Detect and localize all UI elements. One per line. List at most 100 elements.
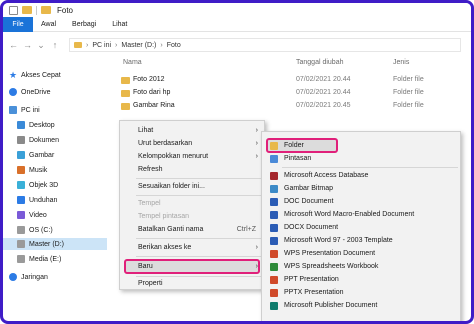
back-icon[interactable]: ← xyxy=(9,40,18,50)
nav-item-video[interactable]: Video xyxy=(17,209,47,221)
menu-item-tempel-pintasan[interactable]: Tempel pintasan xyxy=(120,211,264,223)
new-folder-icon[interactable] xyxy=(22,6,32,14)
column-header-type[interactable]: Jenis xyxy=(393,59,409,66)
tab-lihat[interactable]: Lihat xyxy=(104,17,135,32)
folder-icon xyxy=(270,142,278,150)
nav-item-media-e[interactable]: Media (E:) xyxy=(17,253,61,265)
window-title: Foto xyxy=(57,5,74,15)
menu-item-properti[interactable]: Properti xyxy=(120,278,264,290)
menu-item-tempel[interactable]: Tempel xyxy=(120,198,264,210)
file-row[interactable]: Gambar Rina 07/02/2021 20.45 Folder file xyxy=(113,101,471,113)
breadcrumb-pc[interactable]: PC ini xyxy=(92,42,111,49)
up-icon[interactable]: ↑ xyxy=(51,40,59,50)
network-icon xyxy=(9,273,17,281)
menu-item-sesuaikan-folder[interactable]: Sesuaikan folder ini... xyxy=(120,181,264,193)
music-icon xyxy=(17,166,25,174)
chevron-right-icon: › xyxy=(255,140,258,147)
ppt-icon xyxy=(270,276,278,284)
nav-item-akses-cepat[interactable]: ★ Akses Cepat xyxy=(9,69,61,81)
menu-item-berikan-akses[interactable]: Berikan akses ke › xyxy=(120,242,264,254)
nav-item-pc-ini[interactable]: PC ini xyxy=(9,104,40,116)
file-row[interactable]: Foto 2012 07/02/2021 20.44 Folder file xyxy=(113,75,471,87)
tab-berbagi[interactable]: Berbagi xyxy=(64,17,104,32)
bitmap-icon xyxy=(270,185,278,193)
submenu-item-pptx[interactable]: PPTX Presentation xyxy=(262,287,460,298)
chevron-right-icon: › xyxy=(255,127,258,134)
recent-locations-icon[interactable]: ⌄ xyxy=(37,40,45,51)
picture-icon xyxy=(17,151,25,159)
breadcrumb-master[interactable]: Master (D:) xyxy=(121,42,156,49)
nav-item-master-d[interactable]: Master (D:) xyxy=(3,238,107,250)
properties-icon[interactable] xyxy=(9,5,18,15)
menu-item-batalkan-ganti-nama[interactable]: Batalkan Ganti nama Ctrl+Z xyxy=(120,224,264,236)
forward-icon[interactable]: → xyxy=(23,40,32,50)
nav-item-jaringan[interactable]: Jaringan xyxy=(9,271,48,283)
nav-item-gambar[interactable]: Gambar xyxy=(17,149,54,161)
file-date: 07/02/2021 20.44 xyxy=(296,76,351,83)
word-template-icon xyxy=(270,237,278,245)
wps-spreadsheet-icon xyxy=(270,263,278,271)
file-row[interactable]: Foto dari hp 07/02/2021 20.44 Folder fil… xyxy=(113,88,471,100)
access-icon xyxy=(270,172,278,180)
pptx-icon xyxy=(270,289,278,297)
nav-item-dokumen[interactable]: Dokumen xyxy=(17,134,59,146)
drive-icon xyxy=(17,240,25,248)
new-submenu: Folder Pintasan Microsoft Access Databas… xyxy=(261,131,461,321)
star-icon: ★ xyxy=(9,70,18,80)
menu-item-baru[interactable]: Baru › xyxy=(120,261,264,273)
context-menu: Lihat › Urut berdasarkan › Kelompokkan m… xyxy=(119,120,265,290)
submenu-item-publisher[interactable]: Microsoft Publisher Document xyxy=(262,300,460,311)
title-bar: Foto xyxy=(3,3,471,17)
submenu-item-ppt[interactable]: PPT Presentation xyxy=(262,274,460,285)
submenu-item-pintasan[interactable]: Pintasan xyxy=(262,153,460,164)
column-header-date[interactable]: Tanggal diubah xyxy=(296,59,344,66)
submenu-item-wps-spreadsheet[interactable]: WPS Spreadsheets Workbook xyxy=(262,261,460,272)
tab-awal[interactable]: Awal xyxy=(33,17,64,32)
cloud-icon xyxy=(9,88,17,96)
menu-item-lihat[interactable]: Lihat › xyxy=(120,125,264,137)
cube-icon xyxy=(17,181,25,189)
folder-icon xyxy=(121,103,130,110)
file-name: Gambar Rina xyxy=(133,102,175,109)
video-icon xyxy=(17,211,25,219)
docx-icon xyxy=(270,224,278,232)
submenu-item-gambar-bitmap[interactable]: Gambar Bitmap xyxy=(262,183,460,194)
file-name: Foto dari hp xyxy=(133,89,171,96)
tab-file[interactable]: File xyxy=(3,16,33,32)
nav-item-onedrive[interactable]: OneDrive xyxy=(9,86,51,98)
nav-item-musik[interactable]: Musik xyxy=(17,164,47,176)
submenu-item-folder[interactable]: Folder xyxy=(262,140,460,151)
navigation-pane: ★ Akses Cepat OneDrive PC ini Desktop Do… xyxy=(3,59,111,321)
nav-item-objek-3d[interactable]: Objek 3D xyxy=(17,179,58,191)
menu-separator xyxy=(136,256,262,257)
folder-icon xyxy=(74,42,82,48)
separator xyxy=(36,5,37,15)
submenu-item-docx[interactable]: DOCX Document xyxy=(262,222,460,233)
file-name: Foto 2012 xyxy=(133,76,165,83)
address-input[interactable]: › PC ini › Master (D:) › Foto xyxy=(69,38,461,52)
submenu-item-wps-presentation[interactable]: WPS Presentation Document xyxy=(262,248,460,259)
submenu-item-doc[interactable]: DOC Document xyxy=(262,196,460,207)
download-icon xyxy=(17,196,25,204)
explorer-window: Foto File Awal Berbagi Lihat ← → ⌄ ↑ › P… xyxy=(0,0,474,324)
drive-icon xyxy=(17,255,25,263)
address-bar: ← → ⌄ ↑ › PC ini › Master (D:) › Foto xyxy=(3,36,471,54)
nav-item-desktop[interactable]: Desktop xyxy=(17,119,55,131)
submenu-item-word-template[interactable]: Microsoft Word 97 - 2003 Template xyxy=(262,235,460,246)
nav-item-os-c[interactable]: OS (C:) xyxy=(17,224,53,236)
chevron-right-icon: › xyxy=(255,244,258,251)
computer-icon xyxy=(9,106,17,114)
menu-item-refresh[interactable]: Refresh xyxy=(120,164,264,176)
column-header-name[interactable]: Nama xyxy=(123,59,142,66)
menu-item-kelompokkan-menurut[interactable]: Kelompokkan menurut › xyxy=(120,151,264,163)
submenu-item-access-database[interactable]: Microsoft Access Database xyxy=(262,170,460,181)
nav-item-unduhan[interactable]: Unduhan xyxy=(17,194,57,206)
submenu-item-word-macro[interactable]: Microsoft Word Macro-Enabled Document xyxy=(262,209,460,220)
file-type: Folder file xyxy=(393,102,424,109)
folder-icon xyxy=(41,6,51,14)
ribbon-tabs: File Awal Berbagi Lihat xyxy=(3,16,471,32)
breadcrumb-foto[interactable]: Foto xyxy=(167,42,181,49)
file-date: 07/02/2021 20.45 xyxy=(296,102,351,109)
menu-item-urut-berdasarkan[interactable]: Urut berdasarkan › xyxy=(120,138,264,150)
doc-icon xyxy=(270,198,278,206)
